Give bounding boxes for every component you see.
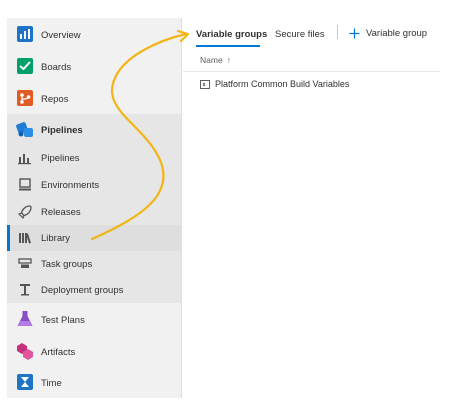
- sidebar-item-label: Pipelines: [41, 125, 83, 136]
- active-tab-indicator: [196, 45, 260, 47]
- pipeline-run-icon: [18, 154, 31, 165]
- sidebar-item-label: Environments: [41, 180, 100, 191]
- tab-variable-groups[interactable]: Variable groups: [196, 29, 267, 40]
- sidebar-item-label: Task groups: [41, 259, 93, 270]
- overview-icon: [17, 26, 33, 42]
- sidebar-item-repos[interactable]: Repos: [7, 82, 181, 114]
- sort-ascending-icon: ↑: [226, 55, 231, 65]
- sidebar-item-deployment-groups[interactable]: Deployment groups: [7, 277, 181, 303]
- sidebar-nav: Overview Boards Repos Pipelines Pipeline…: [7, 18, 182, 398]
- sidebar-item-task-groups[interactable]: Task groups: [7, 251, 181, 277]
- plus-icon: [349, 28, 360, 38]
- sidebar-item-overview[interactable]: Overview: [7, 18, 181, 51]
- tab-secure-files[interactable]: Secure files: [275, 29, 325, 40]
- sidebar-item-label: Artifacts: [41, 347, 76, 358]
- toolbar-divider: [337, 25, 338, 39]
- sidebar-item-label: Library: [41, 233, 71, 244]
- sidebar-item-label: Pipelines: [41, 153, 80, 164]
- task-groups-icon: [18, 258, 32, 268]
- sidebar-item-label: Boards: [41, 62, 72, 73]
- name-column-header[interactable]: Name ↑: [200, 55, 231, 65]
- rocket-icon: [18, 205, 32, 219]
- sidebar-item-label: Test Plans: [41, 315, 85, 326]
- sidebar-item-pipelines[interactable]: Pipelines: [7, 144, 181, 172]
- sidebar-item-label: Time: [41, 378, 62, 389]
- library-icon: [19, 233, 31, 244]
- repos-icon: [17, 90, 33, 106]
- column-header-label: Name: [200, 55, 223, 65]
- pipelines-icon: [16, 122, 33, 137]
- artifacts-icon: [17, 343, 33, 360]
- table-row[interactable]: Platform Common Build Variables: [200, 79, 349, 89]
- sidebar-item-label: Deployment groups: [41, 285, 124, 296]
- sidebar-item-label: Releases: [41, 207, 81, 218]
- sidebar-item-library[interactable]: Library: [7, 225, 181, 251]
- add-variable-group-button[interactable]: Variable group: [349, 25, 427, 41]
- sidebar-item-label: Overview: [41, 30, 81, 41]
- flask-icon: [17, 311, 33, 326]
- sidebar-item-releases[interactable]: Releases: [7, 199, 181, 225]
- sidebar-item-pipelines-section[interactable]: Pipelines: [7, 114, 181, 144]
- variable-group-icon: [200, 79, 210, 89]
- sidebar-item-boards[interactable]: Boards: [7, 51, 181, 82]
- variable-group-name: Platform Common Build Variables: [215, 79, 350, 89]
- add-variable-group-label: Variable group: [366, 27, 428, 39]
- sidebar-item-time[interactable]: Time: [7, 367, 181, 398]
- deployment-groups-icon: [20, 284, 30, 296]
- environments-icon: [19, 178, 31, 191]
- sidebar-item-label: Repos: [41, 94, 69, 105]
- table-header-divider: [183, 71, 440, 72]
- boards-icon: [17, 58, 33, 74]
- sidebar-item-test-plans[interactable]: Test Plans: [7, 303, 181, 335]
- hourglass-icon: [17, 374, 33, 390]
- sidebar-item-environments[interactable]: Environments: [7, 172, 181, 199]
- sidebar-item-artifacts[interactable]: Artifacts: [7, 335, 181, 367]
